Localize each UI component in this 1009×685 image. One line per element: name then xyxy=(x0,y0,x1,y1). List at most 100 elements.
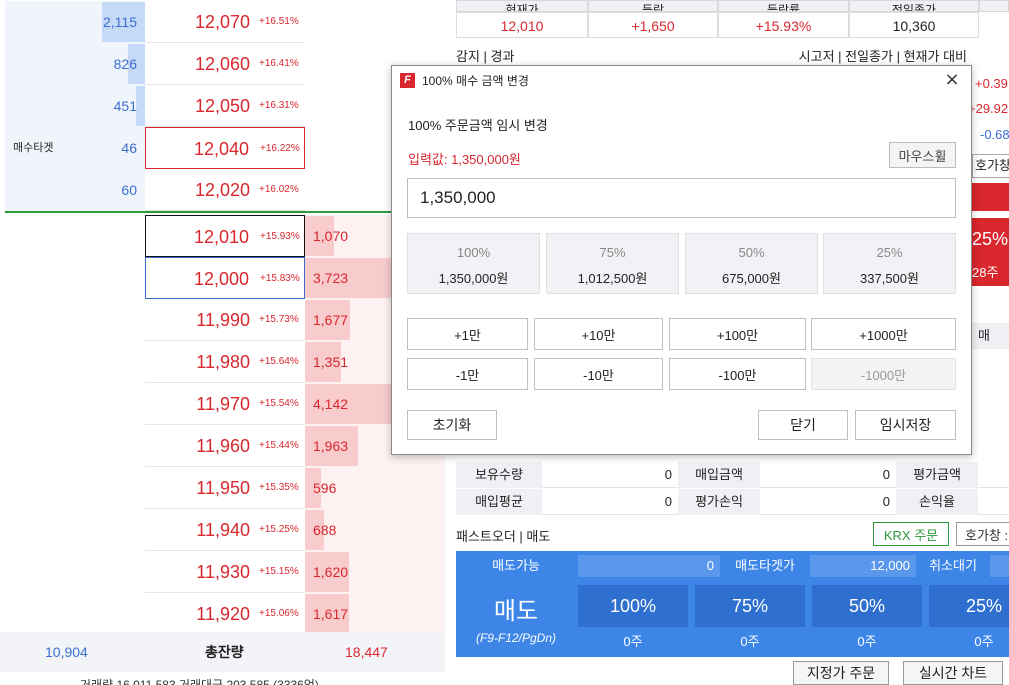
bid-qty: 688 xyxy=(313,522,337,538)
app-logo-icon: F xyxy=(400,73,415,88)
plus-10m-button[interactable]: +1000만 xyxy=(811,318,956,350)
ask-price-cell[interactable]: 12,050 +16.31% xyxy=(145,85,305,127)
minus-100k-button[interactable]: -10만 xyxy=(534,358,663,390)
bid-price-cell[interactable]: 11,940 +15.25% xyxy=(145,509,305,551)
minus-1m-button[interactable]: -100만 xyxy=(669,358,806,390)
bid-price-cell[interactable]: 11,990 +15.73% xyxy=(145,299,305,341)
temp-save-button[interactable]: 임시저장 xyxy=(855,410,956,440)
bid-price-cell[interactable]: 11,950 +15.35% xyxy=(145,467,305,509)
ask-change-rate: +16.41% xyxy=(259,58,299,69)
quote-header-change: 등락 xyxy=(588,0,718,12)
bid-row: 11,950 +15.35% 596 xyxy=(0,467,445,509)
holding-qty-value: 0 xyxy=(664,467,672,482)
bid-change-rate: +15.06% xyxy=(259,608,299,619)
quote-prev-close-value: 10,360 xyxy=(849,12,979,38)
reset-button[interactable]: 초기화 xyxy=(407,410,497,440)
pct-card-75[interactable]: 75% 1,012,500원 xyxy=(546,233,679,294)
dialog-title-bar[interactable]: F 100% 매수 금액 변경 × xyxy=(392,66,971,94)
ask-price: 12,040 xyxy=(193,139,249,159)
pct-card-100-amount: 1,350,000원 xyxy=(438,271,509,286)
ask-row: 451 12,050 +16.31% xyxy=(0,85,445,127)
ask-change-rate: +16.51% xyxy=(259,16,299,27)
pct-card-50[interactable]: 50% 675,000원 xyxy=(685,233,818,294)
fast-order-title: 패스트오더 | 매도 xyxy=(456,529,551,544)
mouse-wheel-button[interactable]: 마우스휠 xyxy=(889,142,956,168)
pct-card-50-label: 50% xyxy=(738,245,765,260)
sell-25-button[interactable]: 25% xyxy=(929,585,1009,627)
minus-10k-button[interactable]: -1만 xyxy=(407,358,528,390)
ask-qty-cell[interactable]: 매수타겟 46 xyxy=(5,127,145,169)
bid-price-cell[interactable]: 12,010 +15.93% xyxy=(145,215,305,257)
bid-change-rate: +15.93% xyxy=(260,231,300,242)
bid-row: 11,960 +15.44% 1,963 xyxy=(0,425,445,467)
plus-10k-button[interactable]: +1만 xyxy=(407,318,528,350)
avg-price-label: 매입평균 xyxy=(456,489,542,515)
ask-qty-cell[interactable]: 60 xyxy=(5,169,145,211)
sell-target-value[interactable]: 12,000 xyxy=(810,555,916,577)
buy-25-qty-partial: 28주 xyxy=(972,260,1009,286)
ask-qty-cell[interactable]: 826 xyxy=(5,43,145,85)
bid-price: 11,930 xyxy=(196,562,250,582)
bid-price-cell[interactable]: 12,000 +15.83% xyxy=(145,257,305,299)
pct-card-25[interactable]: 25% 337,500원 xyxy=(823,233,956,294)
valuation-amount-label: 평가금액 xyxy=(896,462,978,488)
total-remaining-row: 10,904 총잔량 18,447 xyxy=(0,632,445,672)
fast-order-bar: 패스트오더 | 매도 KRX 주문 호가창 : xyxy=(456,522,1009,550)
ask-qty: 826 xyxy=(113,56,137,72)
bid-change-rate: +15.15% xyxy=(259,566,299,577)
bid-price-cell[interactable]: 11,930 +15.15% xyxy=(145,551,305,593)
total-ask-qty: 10,904 xyxy=(45,644,88,660)
bid-qty: 1,620 xyxy=(313,564,349,580)
bid-row: 12,000 +15.83% 3,723 xyxy=(0,257,445,299)
sell-75-button[interactable]: 75% xyxy=(695,585,805,627)
side-value-2: +29.92 xyxy=(968,101,1009,116)
bid-price-cell[interactable]: 11,980 +15.64% xyxy=(145,341,305,383)
sell-100-button[interactable]: 100% xyxy=(578,585,688,627)
quote-header-price: 현재가 xyxy=(456,0,588,12)
plus-1m-button[interactable]: +100만 xyxy=(669,318,806,350)
pct-card-100[interactable]: 100% 1,350,000원 xyxy=(407,233,540,294)
quote-header-extra xyxy=(979,0,1009,12)
quote-header-prev-close: 전일종가 xyxy=(849,0,979,12)
cancel-pending-value xyxy=(990,555,1009,577)
quote-header-rate: 등락률 xyxy=(718,0,849,12)
bid-qty-cell[interactable]: 1,620 xyxy=(305,551,445,593)
realtime-chart-button[interactable]: 실시간 차트 xyxy=(903,661,1003,685)
limit-order-button[interactable]: 지정가 주문 xyxy=(793,661,889,685)
bid-change-rate: +15.83% xyxy=(260,273,300,284)
ask-qty-cell[interactable]: 2,115 xyxy=(5,1,145,43)
close-button[interactable]: 닫기 xyxy=(758,410,848,440)
krx-order-button[interactable]: KRX 주문 xyxy=(873,522,949,546)
buy-25-button-partial[interactable]: 25% xyxy=(972,218,1009,260)
ask-price: 12,020 xyxy=(194,180,250,200)
ask-price-cell[interactable]: 12,020 +16.02% xyxy=(145,169,305,211)
bid-price-cell[interactable]: 11,970 +15.54% xyxy=(145,383,305,425)
ask-qty-cell[interactable]: 451 xyxy=(5,85,145,127)
purchase-amount-label: 매입금액 xyxy=(678,462,760,488)
bid-qty-cell[interactable]: 688 xyxy=(305,509,445,551)
ask-price-cell[interactable]: 12,060 +16.41% xyxy=(145,43,305,85)
bid-price-cell[interactable]: 11,960 +15.44% xyxy=(145,425,305,467)
hoga-window-button[interactable]: 호가창 : xyxy=(956,522,1009,546)
pct-card-25-label: 25% xyxy=(876,245,903,260)
bid-row: 11,940 +15.25% 688 xyxy=(0,509,445,551)
watch-elapsed-label[interactable]: 감지 | 경과 xyxy=(456,46,514,65)
bid-qty-cell[interactable]: 1,617 xyxy=(305,593,445,635)
sell-available-label: 매도가능 xyxy=(492,558,540,573)
bid-price-cell[interactable]: 11,920 +15.06% xyxy=(145,593,305,635)
amount-input[interactable] xyxy=(407,178,956,218)
bid-price: 11,920 xyxy=(196,604,250,624)
bid-price: 12,010 xyxy=(193,227,249,247)
watch-options-label[interactable]: 시고저 | 전일종가 | 현재가 대비 xyxy=(799,46,967,65)
bid-qty-cell[interactable]: 596 xyxy=(305,467,445,509)
side-value-3: -0.68 xyxy=(980,127,1009,142)
ask-row: 826 12,060 +16.41% xyxy=(0,43,445,85)
hoga-window-button-partial[interactable]: 호가창 : xyxy=(972,154,1009,178)
close-icon[interactable]: × xyxy=(941,68,963,90)
ask-price-cell[interactable]: 12,040 +16.22% xyxy=(145,127,305,169)
ask-price-cell[interactable]: 12,070 +16.51% xyxy=(145,1,305,43)
plus-100k-button[interactable]: +10만 xyxy=(534,318,663,350)
sell-50-button[interactable]: 50% xyxy=(812,585,922,627)
sell-button[interactable]: 매도 (F9-F12/PgDn) xyxy=(456,581,576,657)
sell-50-qty: 0주 xyxy=(857,634,877,649)
